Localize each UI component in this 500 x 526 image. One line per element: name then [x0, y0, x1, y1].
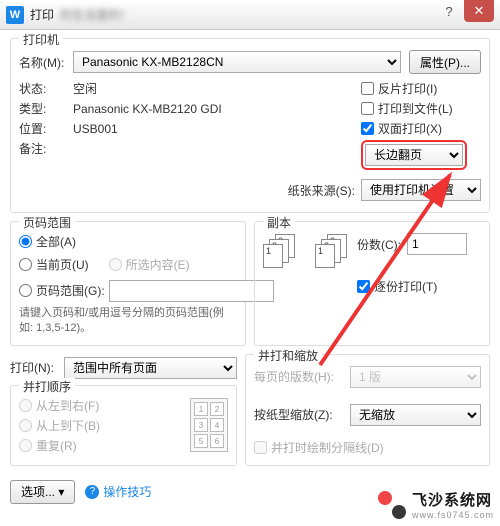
type-value: Panasonic KX-MB2120 GDI: [73, 102, 361, 116]
watermark-logo-icon: [378, 491, 406, 519]
order-lr-radio: [19, 399, 32, 412]
pps-select: 1 版: [350, 366, 481, 388]
type-label: 类型:: [19, 100, 73, 117]
duplex-checkbox[interactable]: [361, 122, 374, 135]
range-current-radio[interactable]: [19, 258, 32, 271]
titlebar: W 打印 的生活里的！ ? ✕: [0, 0, 500, 30]
where-label: 位置:: [19, 120, 73, 137]
range-selection-label: 所选内容(E): [126, 256, 190, 273]
duplex-mode-highlight: 长边翻页: [361, 140, 467, 170]
window-title: 打印: [30, 6, 54, 23]
watermark: 飞沙系统网 www.fs0745.com: [378, 489, 494, 520]
printer-legend: 打印机: [19, 31, 63, 48]
status-value: 空闲: [73, 80, 361, 97]
collate-checkbox[interactable]: [357, 280, 370, 293]
order-repeat-radio: [19, 439, 32, 452]
print-to-file-checkbox[interactable]: [361, 102, 374, 115]
duplex-label: 双面打印(X): [378, 120, 442, 137]
tips-label: 操作技巧: [103, 483, 151, 500]
zoom-label: 按纸型缩放(Z):: [254, 406, 350, 423]
printer-group: 打印机 名称(M): Panasonic KX-MB2128CN 属性(P)..…: [10, 38, 490, 213]
print-order-legend: 并打顺序: [19, 378, 75, 395]
order-tb-radio: [19, 419, 32, 432]
tips-link[interactable]: ? 操作技巧: [85, 483, 151, 500]
collate-illustration: 321 321: [263, 234, 349, 270]
draw-lines-label: 并打时绘制分隔线(D): [271, 439, 384, 456]
order-tb-label: 从上到下(B): [36, 417, 100, 434]
close-button[interactable]: ✕: [464, 0, 494, 22]
range-current-label: 当前页(U): [36, 256, 89, 273]
print-what-label: 打印(N):: [10, 359, 64, 376]
range-selection-radio: [109, 258, 122, 271]
pps-label: 每页的版数(H):: [254, 368, 350, 385]
zoom-select[interactable]: 无缩放: [350, 404, 481, 426]
range-all-radio[interactable]: [19, 235, 32, 248]
draw-lines-checkbox: [254, 441, 267, 454]
reverse-print-label: 反片打印(I): [378, 80, 437, 97]
copies-count-input[interactable]: [407, 233, 467, 255]
paper-source-select[interactable]: 使用打印机设置: [361, 179, 481, 201]
properties-button[interactable]: 属性(P)...: [409, 50, 481, 74]
print-to-file-label: 打印到文件(L): [378, 100, 453, 117]
duplex-mode-select[interactable]: 长边翻页: [365, 144, 463, 166]
scale-legend: 并打和缩放: [254, 347, 322, 364]
range-hint: 请键入页码和/或用逗号分隔的页码范围(例如: 1,3,5-12)。: [19, 306, 237, 337]
print-what-select[interactable]: 范围中所有页面: [64, 357, 237, 379]
range-pages-radio[interactable]: [19, 284, 32, 297]
name-label: 名称(M):: [19, 54, 73, 71]
tips-icon: ?: [85, 485, 99, 499]
order-repeat-label: 重复(R): [36, 437, 77, 454]
order-lr-label: 从左到右(F): [36, 397, 99, 414]
watermark-url: www.fs0745.com: [412, 510, 494, 520]
range-pages-label: 页码范围(G):: [36, 282, 105, 299]
reverse-print-checkbox[interactable]: [361, 82, 374, 95]
print-order-group: 并打顺序 从左到右(F) 从上到下(B) 重复(R) 123456: [10, 385, 237, 466]
comment-label: 备注:: [19, 140, 73, 157]
blurred-text: 的生活里的！: [60, 6, 132, 23]
printer-name-select[interactable]: Panasonic KX-MB2128CN: [73, 51, 401, 73]
range-all-label: 全部(A): [36, 233, 76, 250]
options-button[interactable]: 选项... ▾: [10, 480, 75, 504]
scale-group: 并打和缩放 每页的版数(H):1 版 按纸型缩放(Z):无缩放 并打时绘制分隔线…: [245, 354, 490, 466]
order-preview-pad: 123456: [190, 398, 228, 452]
paper-source-label: 纸张来源(S):: [288, 182, 355, 199]
page-range-legend: 页码范围: [19, 214, 75, 231]
where-value: USB001: [73, 122, 361, 136]
page-range-group: 页码范围 全部(A) 当前页(U) 所选内容(E) 页码范围(G): 请键入页码…: [10, 221, 246, 346]
watermark-name: 飞沙系统网: [412, 489, 494, 510]
copies-legend: 副本: [263, 214, 295, 231]
copies-count-label: 份数(C):: [357, 236, 401, 253]
range-pages-input[interactable]: [109, 280, 274, 302]
collate-label: 逐份打印(T): [374, 278, 437, 295]
help-button[interactable]: ?: [434, 0, 464, 22]
app-icon: W: [6, 6, 24, 24]
copies-group: 副本 321 321 份数(C): 逐份打印(T): [254, 221, 490, 346]
status-label: 状态:: [19, 80, 73, 97]
